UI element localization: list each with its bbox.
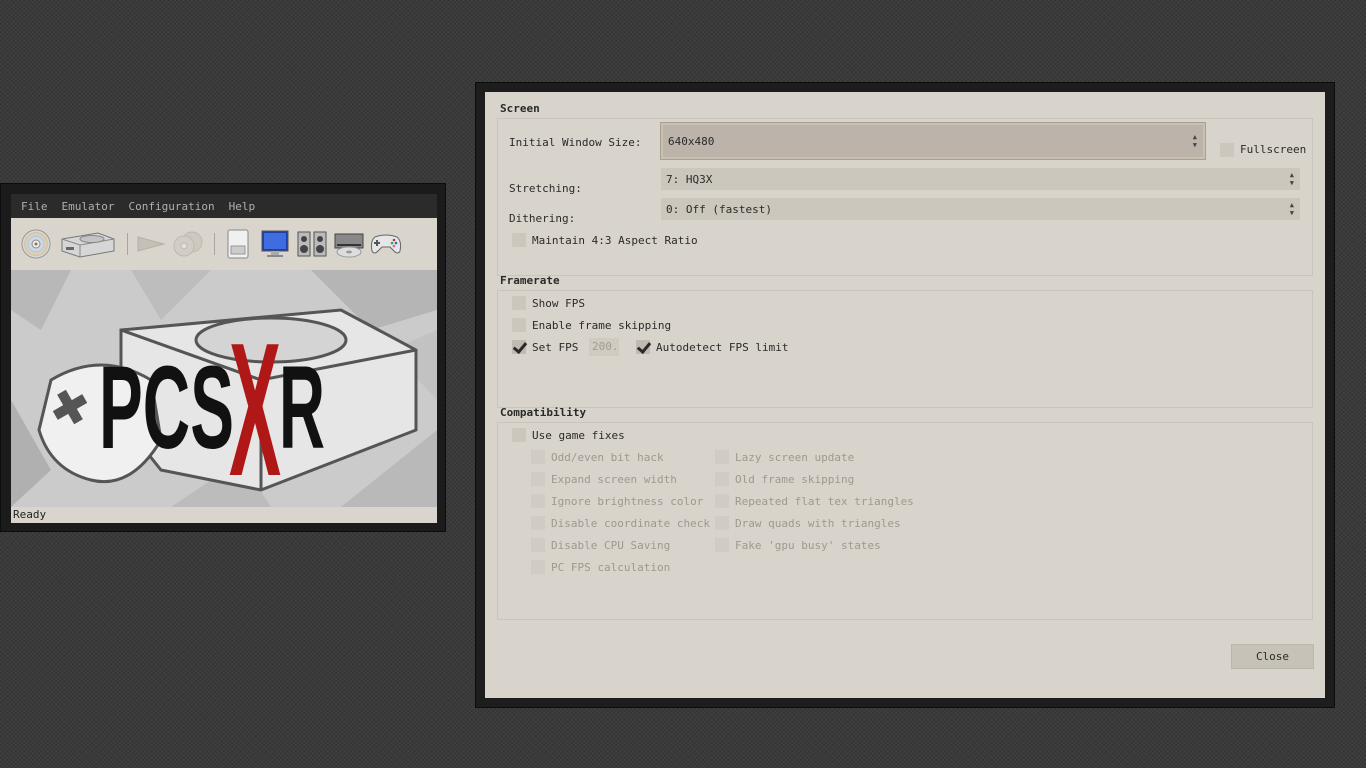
- stretching-combo[interactable]: 7: HQ3X ▲ ▼: [661, 168, 1300, 190]
- autodetect-fps-label: Autodetect FPS limit: [656, 341, 789, 354]
- use-game-fixes-label: Use game fixes: [532, 429, 625, 442]
- fix-label: Fake 'gpu busy' states: [735, 539, 881, 552]
- menu-bar: File Emulator Configuration Help: [11, 194, 437, 218]
- compat-group-title: Compatibility: [500, 406, 587, 419]
- menu-configuration[interactable]: Configuration: [128, 200, 214, 213]
- fix-label: Old frame skipping: [735, 473, 855, 486]
- fix-label: Repeated flat tex triangles: [735, 495, 914, 508]
- fix-checkbox[interactable]: [531, 450, 545, 464]
- fix-label: Lazy screen update: [735, 451, 855, 464]
- fix-checkbox[interactable]: [531, 494, 545, 508]
- pcsxr-banner: PCS X R: [11, 270, 437, 507]
- console-icon[interactable]: [56, 227, 118, 261]
- fps-input[interactable]: 200.0: [589, 338, 619, 356]
- fullscreen-label: Fullscreen: [1240, 143, 1307, 156]
- run-icon[interactable]: [134, 227, 168, 261]
- close-button[interactable]: Close: [1231, 644, 1314, 669]
- fix-checkbox[interactable]: [715, 494, 729, 508]
- pcsxr-main-window: File Emulator Configuration Help PCS X R…: [0, 183, 446, 532]
- show-fps-checkbox[interactable]: [512, 296, 526, 310]
- status-bar: Ready: [11, 507, 437, 523]
- dithering-label: Dithering:: [509, 212, 576, 225]
- fix-checkbox[interactable]: [531, 516, 545, 530]
- gamepad-icon[interactable]: [369, 227, 403, 261]
- fix-checkbox[interactable]: [531, 538, 545, 552]
- dithering-combo[interactable]: 0: Off (fastest) ▲ ▼: [661, 198, 1300, 220]
- set-fps-label: Set FPS: [532, 341, 579, 354]
- show-fps-label: Show FPS: [532, 297, 585, 310]
- speakers-icon[interactable]: [295, 227, 329, 261]
- fix-checkbox[interactable]: [715, 472, 729, 486]
- menu-emulator[interactable]: Emulator: [62, 200, 115, 213]
- fix-label: Disable coordinate check: [551, 517, 710, 530]
- fix-label: PC FPS calculation: [551, 561, 671, 574]
- cd-icon[interactable]: [19, 227, 53, 261]
- set-fps-checkbox[interactable]: [512, 340, 526, 354]
- spin-arrows-icon: ▲ ▼: [1192, 133, 1197, 149]
- fix-label: Disable CPU Saving: [551, 539, 671, 552]
- gpu-config-dialog: Screen Initial Window Size: 640x480 ▲ ▼ F…: [475, 82, 1335, 708]
- fix-label: Expand screen width: [551, 473, 677, 486]
- dialog-body: Screen Initial Window Size: 640x480 ▲ ▼ F…: [485, 92, 1325, 698]
- toolbar-separator: [127, 233, 128, 255]
- toolbar: [11, 218, 437, 270]
- autodetect-fps-checkbox[interactable]: [636, 340, 650, 354]
- window-size-value: 640x480: [668, 134, 715, 148]
- spin-arrows-icon: ▲ ▼: [1289, 201, 1294, 217]
- dithering-value: 0: Off (fastest): [666, 202, 772, 216]
- screen-group-title: Screen: [500, 102, 540, 115]
- fix-label: Draw quads with triangles: [735, 517, 901, 530]
- fix-checkbox[interactable]: [531, 560, 545, 574]
- aspect-ratio-checkbox[interactable]: [512, 233, 526, 247]
- menu-help[interactable]: Help: [229, 200, 256, 213]
- fix-label: Odd/even bit hack: [551, 451, 664, 464]
- fix-checkbox[interactable]: [715, 516, 729, 530]
- logo-r: R: [279, 342, 325, 474]
- frame-skip-label: Enable frame skipping: [532, 319, 672, 332]
- use-game-fixes-checkbox[interactable]: [512, 428, 526, 442]
- logo-x: X: [229, 304, 281, 507]
- spin-arrows-icon: ▲ ▼: [1289, 171, 1294, 187]
- framerate-group: [497, 290, 1313, 408]
- window-size-combo[interactable]: 640x480 ▲ ▼: [660, 122, 1206, 160]
- framerate-group-title: Framerate: [500, 274, 560, 287]
- memory-card-icon[interactable]: [221, 227, 255, 261]
- fix-checkbox[interactable]: [715, 450, 729, 464]
- window-size-label: Initial Window Size:: [509, 136, 642, 149]
- frame-skip-checkbox[interactable]: [512, 318, 526, 332]
- fullscreen-checkbox[interactable]: [1220, 143, 1234, 157]
- stretching-value: 7: HQ3X: [666, 172, 713, 186]
- aspect-ratio-label: Maintain 4:3 Aspect Ratio: [532, 234, 698, 247]
- fix-checkbox[interactable]: [531, 472, 545, 486]
- menu-file[interactable]: File: [21, 200, 48, 213]
- stretching-label: Stretching:: [509, 182, 582, 195]
- cdrom-icon[interactable]: [332, 227, 366, 261]
- logo-pcs: PCS: [99, 342, 234, 474]
- monitor-icon[interactable]: [258, 227, 292, 261]
- swap-disc-icon[interactable]: [171, 227, 205, 261]
- fix-label: Ignore brightness color: [551, 495, 704, 508]
- toolbar-separator: [214, 233, 215, 255]
- fix-checkbox[interactable]: [715, 538, 729, 552]
